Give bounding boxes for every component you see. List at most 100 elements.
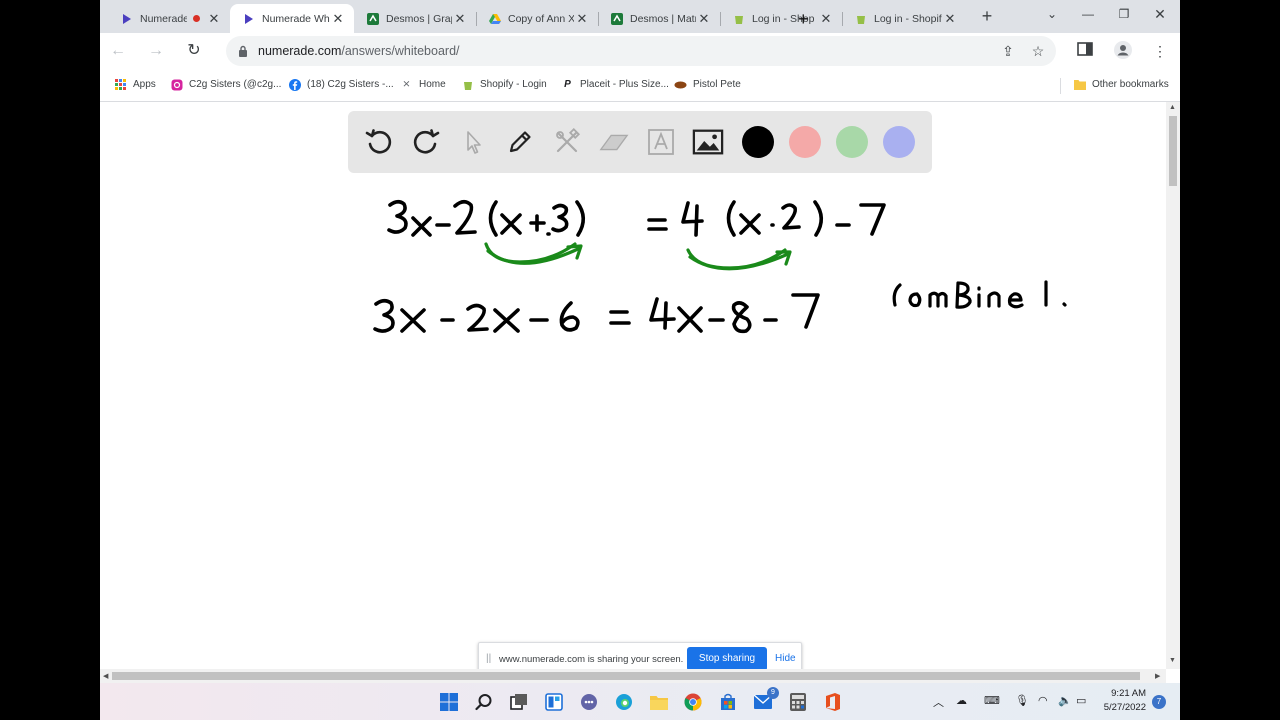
desmos-icon	[610, 12, 624, 26]
notification-badge[interactable]: 7	[1152, 695, 1166, 709]
bookmark-shopify[interactable]: Shopify - Login	[461, 78, 547, 91]
share-icon[interactable]: ⇪	[998, 41, 1018, 61]
stop-sharing-button[interactable]: Stop sharing	[687, 647, 767, 671]
profile-avatar-icon[interactable]	[1113, 41, 1133, 61]
microphone-icon[interactable]: 🎙	[1015, 694, 1029, 707]
wifi-icon[interactable]: ◠	[1038, 694, 1048, 707]
shopify-icon	[461, 78, 474, 91]
url-text: numerade.com/answers/whiteboard/	[258, 44, 460, 58]
new-tab-button[interactable]: +	[976, 5, 998, 27]
browser-toolbar: ← → ↻ numerade.com/answers/whiteboard/ ⇪…	[100, 33, 1180, 69]
forward-button[interactable]: →	[144, 39, 168, 63]
office-icon[interactable]	[822, 691, 844, 713]
close-icon[interactable]: ✕	[206, 11, 222, 27]
handwritten-equation-line2	[373, 293, 820, 334]
side-panel-icon[interactable]	[1075, 41, 1095, 61]
bookmark-label: Apps	[133, 79, 156, 90]
url-host: numerade.com	[258, 44, 342, 58]
bookmark-home[interactable]: ⨯ Home	[400, 78, 446, 91]
shopify-icon	[854, 12, 868, 26]
recording-indicator-icon	[193, 15, 200, 22]
horizontal-scroll-thumb[interactable]	[112, 672, 1140, 680]
mail-badge: 9	[767, 687, 779, 699]
hide-button[interactable]: Hide	[775, 653, 796, 664]
scroll-right-arrow-icon[interactable]: ▶	[1155, 672, 1160, 680]
tab-shopify-login-2[interactable]: Log in - Shopif ✕	[842, 4, 966, 33]
bookmark-apps[interactable]: Apps	[114, 78, 156, 91]
scroll-left-arrow-icon[interactable]: ◀	[103, 672, 108, 680]
instagram-icon	[170, 78, 183, 91]
bookmark-pistol-pete[interactable]: Pistol Pete	[674, 78, 741, 91]
screen: Numerade ✕ Numerade Wh ✕ Desmos | Grap ✕…	[100, 0, 1180, 720]
keyboard-icon[interactable]: ⌨	[984, 694, 1000, 707]
other-bookmarks[interactable]: Other bookmarks	[1073, 78, 1169, 91]
close-icon[interactable]: ✕	[452, 11, 468, 27]
task-view-icon[interactable]	[508, 691, 530, 713]
reload-button[interactable]: ↻	[182, 39, 206, 63]
bookmark-instagram[interactable]: C2g Sisters (@c2g...	[170, 78, 281, 91]
close-window-button[interactable]: ✕	[1145, 3, 1175, 25]
widgets-icon[interactable]	[543, 691, 565, 713]
url-path: /answers/whiteboard/	[341, 44, 460, 58]
tab-title: Copy of Ann X	[508, 12, 574, 25]
close-icon[interactable]: ✕	[330, 11, 346, 27]
close-icon[interactable]: ✕	[818, 11, 834, 27]
search-icon[interactable]	[473, 691, 495, 713]
chrome-icon[interactable]	[682, 691, 704, 713]
folder-icon	[1073, 78, 1086, 91]
google-drive-icon	[488, 12, 502, 26]
bookmark-label: Other bookmarks	[1092, 79, 1169, 90]
volume-icon[interactable]: 🔈	[1058, 694, 1072, 707]
vertical-scrollbar[interactable]: ▲ ▼	[1166, 102, 1180, 669]
file-explorer-icon[interactable]	[648, 691, 670, 713]
tab-shopify-login-1[interactable]: Log in - Shop ✕	[720, 4, 843, 33]
bookmark-facebook[interactable]: (18) C2g Sisters -...	[288, 78, 394, 91]
system-clock[interactable]: 9:21 AM 5/27/2022	[1096, 687, 1146, 715]
calculator-icon[interactable]	[787, 691, 809, 713]
restore-button[interactable]: ❐	[1109, 3, 1139, 25]
bookmark-label: (18) C2g Sisters -...	[307, 79, 394, 90]
bookmark-label: Home	[419, 79, 446, 90]
address-bar[interactable]: numerade.com/answers/whiteboard/ ⇪ ☆	[226, 36, 1056, 66]
placeit-icon: P	[564, 79, 571, 90]
microsoft-store-icon[interactable]	[717, 691, 739, 713]
tab-numerade[interactable]: Numerade ✕	[108, 4, 230, 33]
tab-search-chevron-icon[interactable]: ⌄	[1037, 3, 1067, 25]
clock-time: 9:21 AM	[1111, 688, 1146, 699]
tab-desmos-matrix[interactable]: Desmos | Matr ✕	[598, 4, 721, 33]
tab-title: Numerade	[140, 12, 187, 25]
scroll-up-arrow-icon[interactable]: ▲	[1169, 104, 1176, 111]
teams-chat-icon[interactable]	[578, 691, 600, 713]
edge-browser-icon[interactable]	[613, 691, 635, 713]
close-icon[interactable]: ✕	[942, 11, 958, 27]
bookmark-placeit[interactable]: P Placeit - Plus Size...	[561, 78, 669, 91]
bookmark-star-icon[interactable]: ☆	[1028, 41, 1048, 61]
tab-numerade-whiteboard[interactable]: Numerade Wh ✕	[230, 4, 354, 33]
menu-kebab-icon[interactable]: ⋮	[1150, 41, 1170, 61]
tab-google-drive[interactable]: Copy of Ann X ✕	[476, 4, 599, 33]
tab-title: Log in - Shopif	[874, 12, 942, 25]
windows-taskbar: 9 ︿ ☁ ⌨ 🎙 ◠ 🔈 ▭ 9:21 AM 5/27/2022 7	[100, 683, 1180, 720]
horizontal-scrollbar[interactable]: ◀ ▶	[100, 669, 1166, 683]
show-hidden-icons-chevron-icon[interactable]: ︿	[933, 694, 944, 710]
scroll-down-arrow-icon[interactable]: ▼	[1169, 657, 1176, 664]
drag-handle-icon[interactable]: ||	[486, 653, 491, 664]
onedrive-icon[interactable]: ☁	[956, 694, 967, 707]
shopify-icon	[732, 12, 746, 26]
desmos-home-icon: ⨯	[402, 79, 411, 90]
minimize-button[interactable]: —	[1073, 3, 1103, 25]
bookmarks-divider	[1060, 78, 1061, 94]
mail-icon[interactable]: 9	[752, 687, 779, 713]
battery-icon[interactable]: ▭	[1076, 694, 1086, 707]
whiteboard-canvas[interactable]	[100, 102, 1166, 669]
back-button[interactable]: ←	[106, 39, 130, 63]
tab-desmos-graph[interactable]: Desmos | Grap ✕	[354, 4, 477, 33]
tab-title: Numerade Wh	[262, 12, 330, 25]
start-button-windows-icon[interactable]	[438, 691, 460, 713]
close-icon[interactable]: ✕	[696, 11, 712, 27]
tab-title: Desmos | Matr	[630, 12, 696, 25]
vertical-scroll-thumb[interactable]	[1169, 116, 1177, 186]
apps-grid-icon	[114, 78, 127, 91]
close-icon[interactable]: ✕	[574, 11, 590, 27]
whiteboard-page[interactable]: || www.numerade.com is sharing your scre…	[100, 102, 1166, 675]
